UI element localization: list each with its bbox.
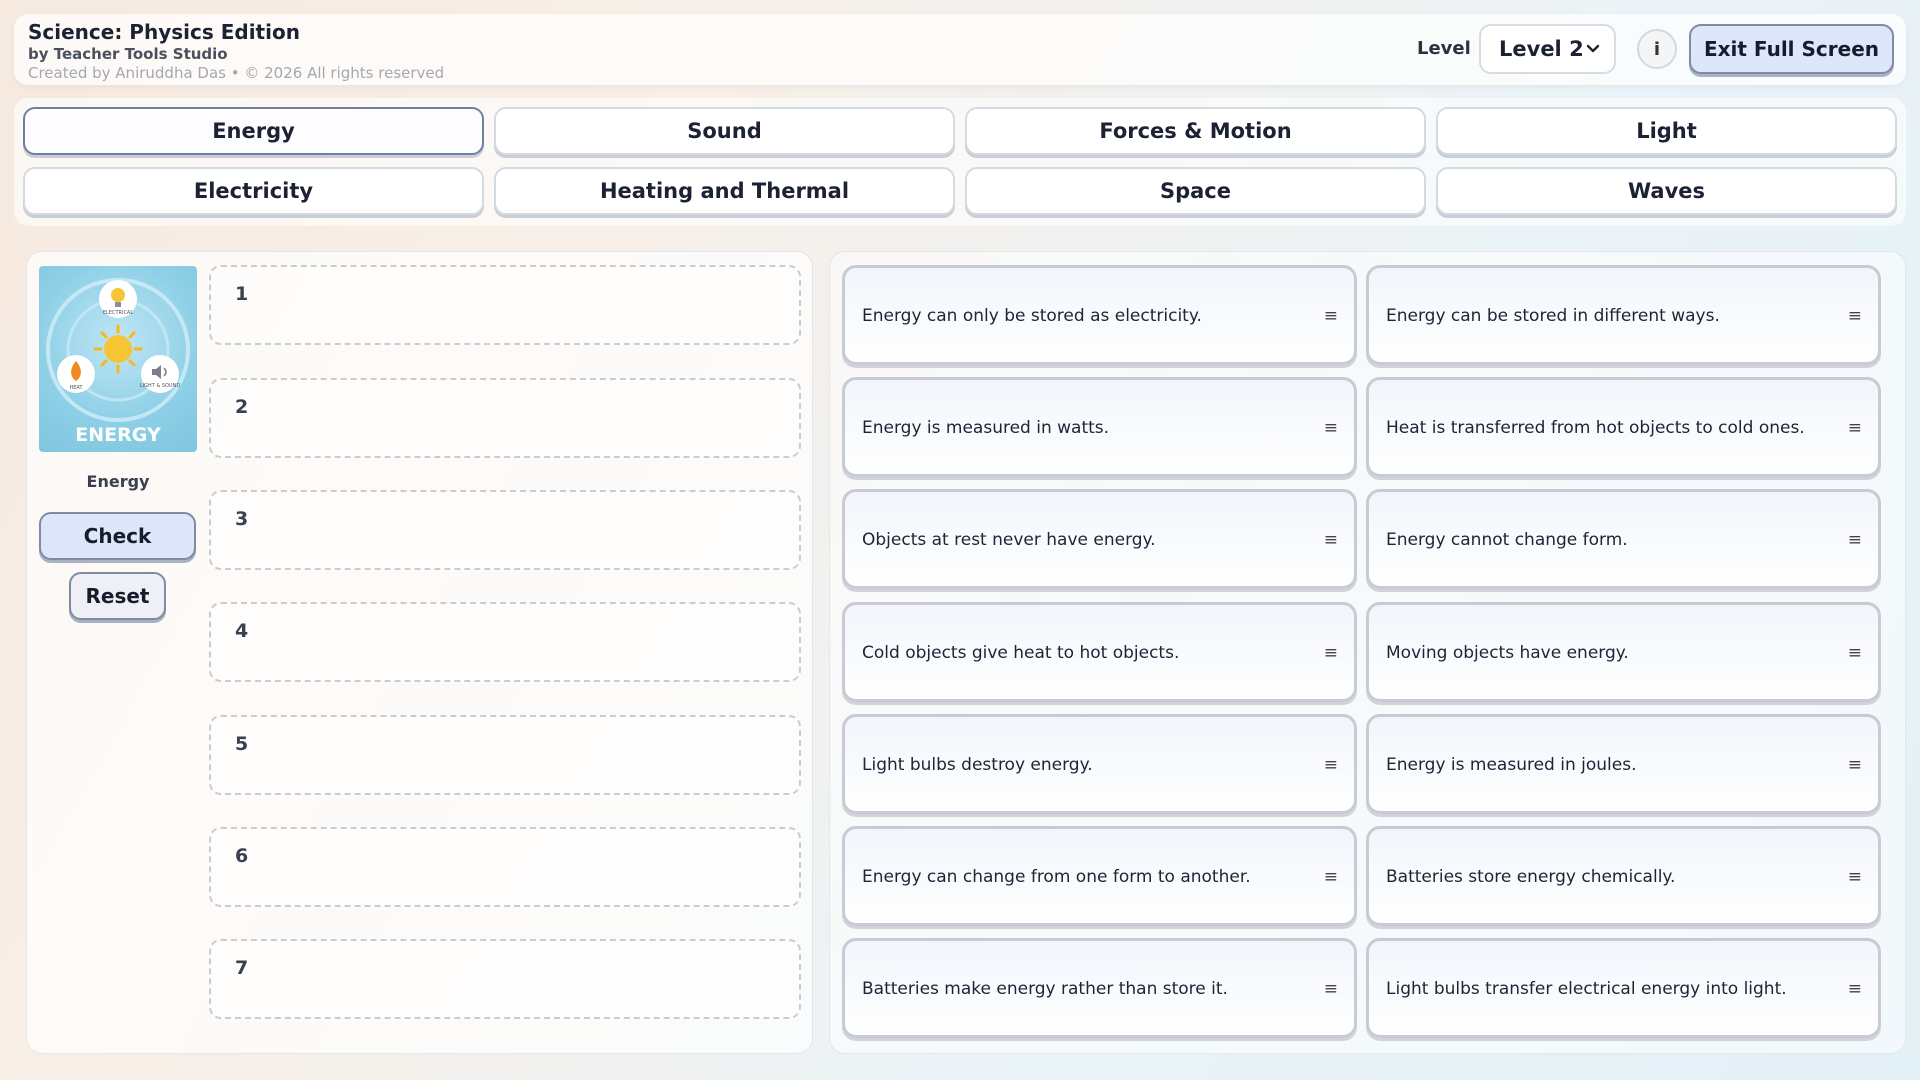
check-button[interactable]: Check (39, 512, 196, 560)
app-subtitle: by Teacher Tools Studio (28, 45, 228, 63)
card-text: Cold objects give heat to hot objects. (862, 643, 1180, 663)
card-text: Energy can only be stored as electricity… (862, 306, 1202, 326)
level-label: Level (1417, 38, 1471, 59)
statement-card[interactable]: Energy cannot change form. ≡ (1366, 489, 1881, 589)
statement-card[interactable]: Light bulbs transfer electrical energy i… (1366, 938, 1881, 1038)
card-text: Energy can change from one form to anoth… (862, 867, 1251, 887)
drag-handle-icon[interactable]: ≡ (1324, 979, 1338, 999)
statement-card[interactable]: Cold objects give heat to hot objects. ≡ (842, 602, 1357, 702)
statement-card[interactable]: Energy is measured in watts. ≡ (842, 377, 1357, 477)
statement-card[interactable]: Objects at rest never have energy. ≡ (842, 489, 1357, 589)
sun-icon (93, 324, 143, 374)
tab-waves[interactable]: Waves (1436, 167, 1897, 215)
drag-handle-icon[interactable]: ≡ (1324, 867, 1338, 887)
energy-illustration: ELECTRICAL HEAT LIGHT & SOUND ENERGY (46, 278, 190, 446)
chevron-down-icon (1586, 44, 1600, 53)
statement-card[interactable]: Heat is transferred from hot objects to … (1366, 377, 1881, 477)
drag-handle-icon[interactable]: ≡ (1848, 867, 1862, 887)
topic-tabs: Energy Sound Forces & Motion Light Elect… (14, 98, 1906, 226)
card-text: Energy is measured in watts. (862, 418, 1110, 438)
slot-number: 5 (235, 733, 249, 755)
drop-slot-7[interactable]: 7 (209, 939, 801, 1019)
card-text: Light bulbs transfer electrical energy i… (1386, 979, 1787, 999)
tab-space[interactable]: Space (965, 167, 1426, 215)
drag-handle-icon[interactable]: ≡ (1324, 643, 1338, 663)
drag-handle-icon[interactable]: ≡ (1848, 530, 1862, 550)
card-text: Energy cannot change form. (1386, 530, 1628, 550)
card-text: Energy can be stored in different ways. (1386, 306, 1720, 326)
drop-slot-3[interactable]: 3 (209, 490, 801, 570)
slot-number: 2 (235, 396, 249, 418)
slot-number: 1 (235, 283, 249, 305)
statement-card[interactable]: Batteries make energy rather than store … (842, 938, 1357, 1038)
tab-light[interactable]: Light (1436, 107, 1897, 155)
slot-number: 4 (235, 620, 249, 642)
drag-handle-icon[interactable]: ≡ (1848, 306, 1862, 326)
drag-handle-icon[interactable]: ≡ (1324, 530, 1338, 550)
statement-card[interactable]: Energy can be stored in different ways. ≡ (1366, 265, 1881, 365)
tab-energy[interactable]: Energy (23, 107, 484, 155)
flame-icon: HEAT (57, 355, 95, 393)
statement-card[interactable]: Energy can change from one form to anoth… (842, 826, 1357, 926)
reset-button[interactable]: Reset (69, 572, 166, 620)
info-button[interactable]: i (1637, 29, 1677, 69)
svg-text:ELECTRICAL: ELECTRICAL (103, 310, 134, 316)
topic-image-label: Energy (86, 472, 150, 491)
statement-cards-panel: Energy can only be stored as electricity… (829, 251, 1906, 1054)
drop-slot-1[interactable]: 1 (209, 265, 801, 345)
slot-number: 6 (235, 845, 249, 867)
lightbulb-icon: ELECTRICAL (99, 280, 137, 318)
drop-slot-5[interactable]: 5 (209, 715, 801, 795)
header-bar: Science: Physics Edition by Teacher Tool… (14, 14, 1906, 85)
drag-handle-icon[interactable]: ≡ (1848, 755, 1862, 775)
level-select[interactable]: Level 2 (1479, 24, 1616, 74)
app-credit: Created by Aniruddha Das • © 2026 All ri… (28, 64, 445, 82)
slot-number: 3 (235, 508, 249, 530)
tab-electricity[interactable]: Electricity (23, 167, 484, 215)
statement-card[interactable]: Energy is measured in joules. ≡ (1366, 714, 1881, 814)
tab-sound[interactable]: Sound (494, 107, 955, 155)
drag-handle-icon[interactable]: ≡ (1848, 979, 1862, 999)
card-text: Energy is measured in joules. (1386, 755, 1637, 775)
statement-card[interactable]: Light bulbs destroy energy. ≡ (842, 714, 1357, 814)
drop-slot-4[interactable]: 4 (209, 602, 801, 682)
tab-forces-motion[interactable]: Forces & Motion (965, 107, 1426, 155)
drop-slot-2[interactable]: 2 (209, 378, 801, 458)
image-title: ENERGY (75, 424, 161, 446)
speaker-icon: LIGHT & SOUND (140, 355, 181, 393)
svg-text:LIGHT & SOUND: LIGHT & SOUND (140, 383, 181, 389)
drop-slot-6[interactable]: 6 (209, 827, 801, 907)
drag-handle-icon[interactable]: ≡ (1848, 643, 1862, 663)
app-title: Science: Physics Edition (28, 20, 300, 44)
statement-card[interactable]: Energy can only be stored as electricity… (842, 265, 1357, 365)
card-text: Moving objects have energy. (1386, 643, 1629, 663)
slot-number: 7 (235, 957, 249, 979)
topic-image: ELECTRICAL HEAT LIGHT & SOUND ENERGY (39, 266, 197, 452)
statement-card[interactable]: Moving objects have energy. ≡ (1366, 602, 1881, 702)
drag-handle-icon[interactable]: ≡ (1324, 755, 1338, 775)
statement-card[interactable]: Batteries store energy chemically. ≡ (1366, 826, 1881, 926)
drag-handle-icon[interactable]: ≡ (1848, 418, 1862, 438)
level-select-value: Level 2 (1499, 37, 1584, 61)
card-text: Batteries make energy rather than store … (862, 979, 1228, 999)
answer-panel: ELECTRICAL HEAT LIGHT & SOUND ENERGY Ene… (26, 251, 813, 1054)
card-text: Batteries store energy chemically. (1386, 867, 1676, 887)
tab-heating-thermal[interactable]: Heating and Thermal (494, 167, 955, 215)
drag-handle-icon[interactable]: ≡ (1324, 418, 1338, 438)
card-text: Heat is transferred from hot objects to … (1386, 418, 1805, 438)
exit-full-screen-button[interactable]: Exit Full Screen (1689, 24, 1894, 74)
card-text: Objects at rest never have energy. (862, 530, 1156, 550)
card-text: Light bulbs destroy energy. (862, 755, 1093, 775)
drag-handle-icon[interactable]: ≡ (1324, 306, 1338, 326)
svg-text:HEAT: HEAT (69, 385, 83, 391)
